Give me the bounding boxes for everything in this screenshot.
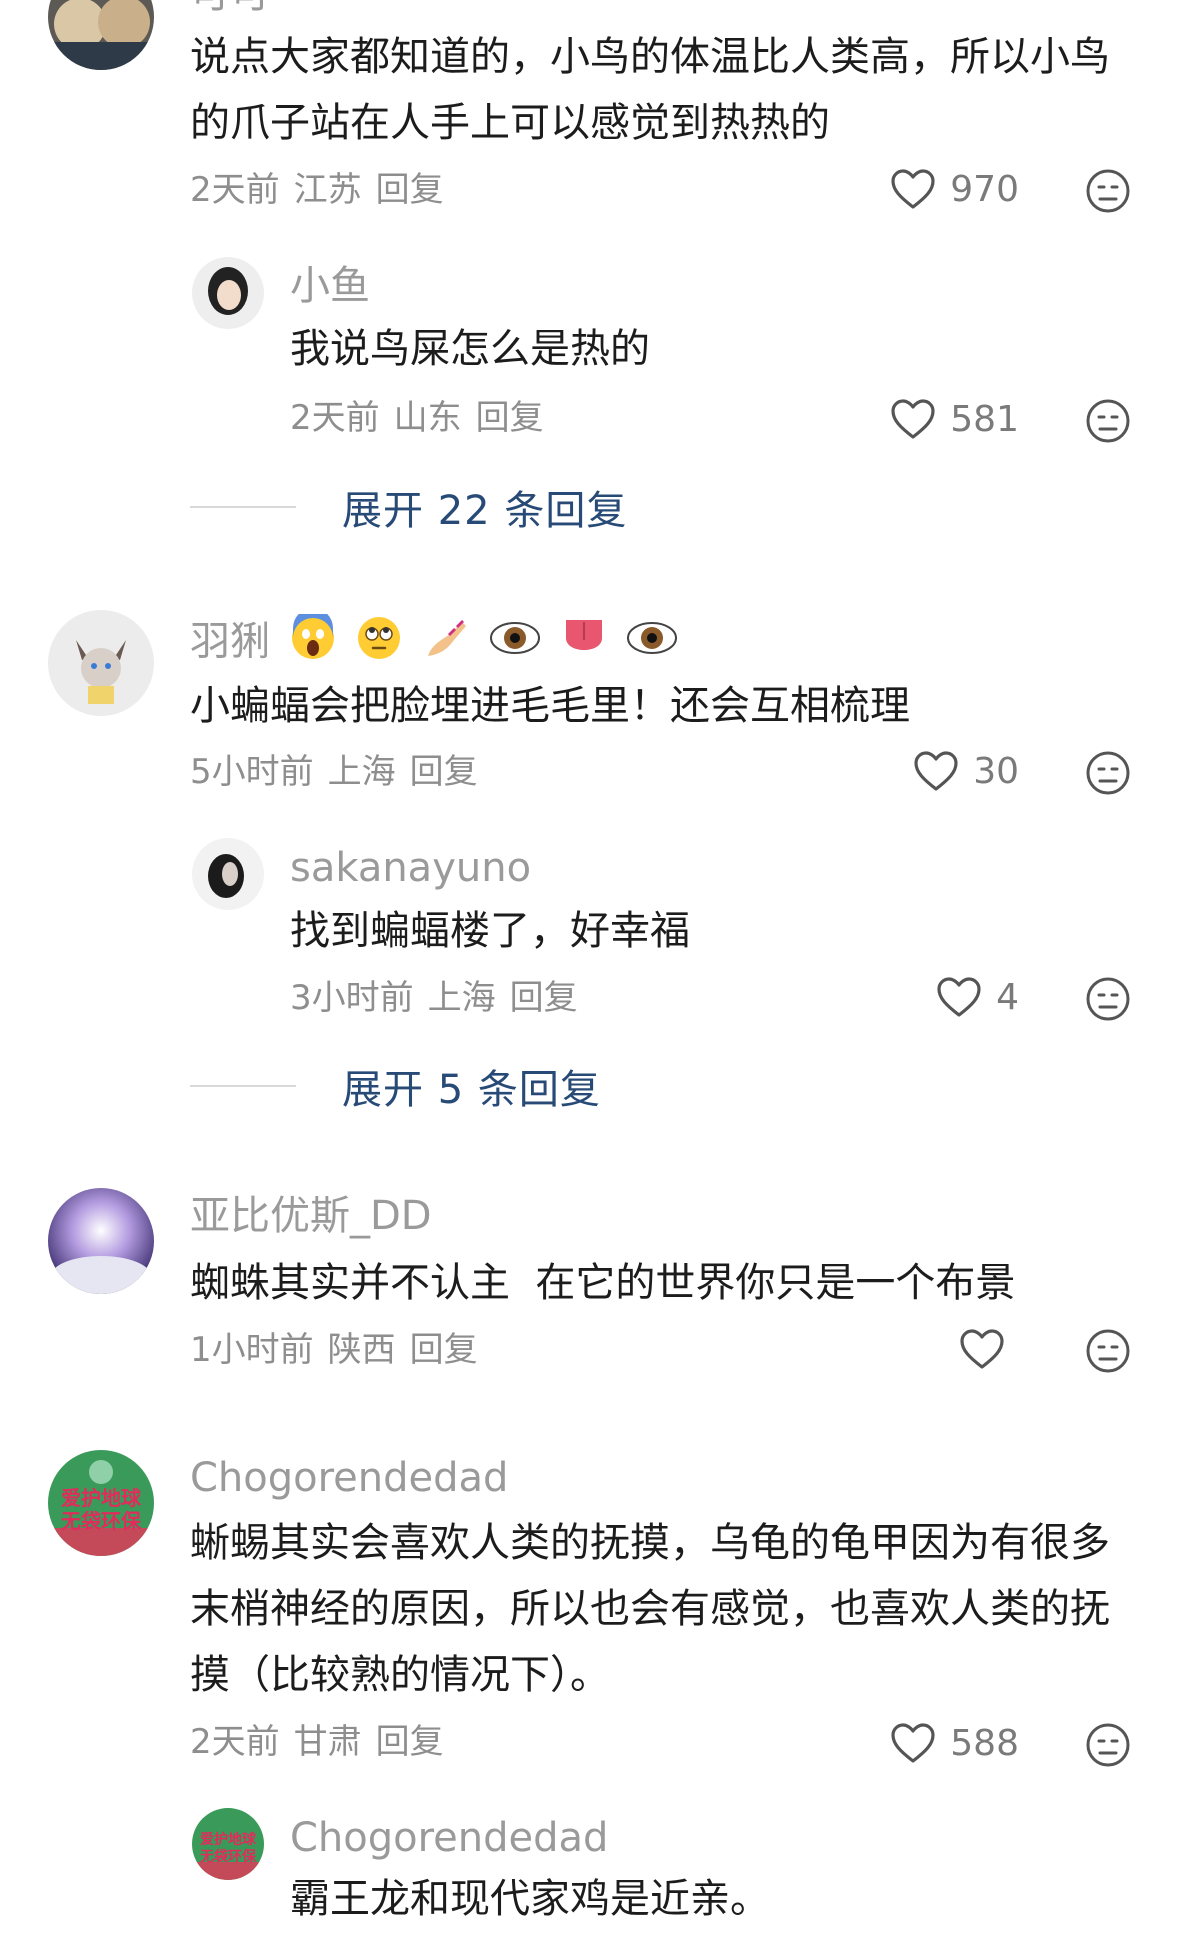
heart-outline-icon (891, 169, 935, 209)
username-text: 羽猁 (190, 618, 270, 665)
svg-text:爱护地球: 爱护地球 (200, 1831, 257, 1848)
reply-meta: 3小时前 上海 回复 (290, 978, 592, 1018)
comment-username[interactable]: Chogorendedad (190, 1454, 508, 1502)
avatar[interactable]: 爱护地球 无袋环保 (48, 1450, 154, 1556)
comment-location: 江苏 (293, 170, 362, 210)
expand-replies-button[interactable]: 展开 5 条回复 (190, 1057, 601, 1115)
like-button[interactable]: 4 (936, 976, 1019, 1018)
neutral-face-icon[interactable] (1085, 976, 1131, 1022)
nail-polish-icon (422, 614, 470, 673)
avatar[interactable] (192, 838, 264, 910)
divider (190, 1085, 296, 1087)
comment-text: 说点大家都知道的，小鸟的体温比人类高，所以小鸟的爪子站在人手上可以感觉到热热的 (190, 34, 1110, 146)
reply-username[interactable]: sakanayuno (290, 844, 531, 892)
like-count: 588 (950, 1722, 1019, 1764)
neutral-face-icon[interactable] (1085, 1328, 1131, 1374)
heart-outline-icon (960, 1329, 1004, 1369)
comment-location: 甘肃 (293, 1722, 362, 1762)
comment-username[interactable]: 亚比优斯_DD (190, 1192, 432, 1240)
comment-time: 5小时前 (190, 752, 314, 792)
like-button[interactable]: 30 (913, 750, 1019, 792)
reply-button[interactable]: 回复 (476, 398, 544, 438)
like-button[interactable]: 970 (890, 168, 1019, 210)
comment-username[interactable]: 羽猁 (190, 608, 678, 673)
svg-text:无袋环保: 无袋环保 (61, 1509, 142, 1533)
comment-location: 上海 (327, 752, 396, 792)
like-button[interactable] (959, 1328, 1019, 1370)
reply-button[interactable]: 回复 (410, 1330, 478, 1370)
reply-button[interactable]: 回复 (410, 752, 478, 792)
neutral-face-icon[interactable] (1085, 168, 1131, 214)
like-count: 30 (973, 750, 1019, 792)
reply-button[interactable]: 回复 (510, 978, 578, 1018)
like-count: 581 (950, 398, 1019, 440)
comment-time: 2天前 (190, 1722, 280, 1762)
reply-time: 2天前 (290, 398, 380, 438)
heart-outline-icon (914, 751, 958, 791)
heart-outline-icon (937, 977, 981, 1017)
like-count: 4 (996, 976, 1019, 1018)
comment-time: 1小时前 (190, 1330, 314, 1370)
reply-time: 3小时前 (290, 978, 414, 1018)
reply-username[interactable]: Chogorendedad (290, 1814, 608, 1862)
neutral-face-icon[interactable] (1085, 1722, 1131, 1768)
avatar[interactable] (48, 0, 154, 70)
heart-outline-icon (891, 399, 935, 439)
reply-meta: 2天前 山东 回复 (290, 398, 558, 438)
comment-meta: 5小时前 上海 回复 (190, 752, 492, 792)
expand-replies-label: 展开 5 条回复 (342, 1067, 601, 1113)
avatar[interactable] (48, 610, 154, 716)
reply-button[interactable]: 回复 (376, 170, 444, 210)
expand-replies-label: 展开 22 条回复 (342, 488, 628, 534)
avatar-text: 爱护地球 (61, 1486, 142, 1510)
reply-text: 找到蝙蝠楼了，好幸福 (290, 908, 690, 954)
expand-replies-button[interactable]: 展开 22 条回复 (190, 478, 627, 536)
reply-location: 上海 (427, 978, 496, 1018)
comment-location: 陕西 (327, 1330, 396, 1370)
comment-text: 蜥蜴其实会喜欢人类的抚摸，乌龟的龟甲因为有很多末梢神经的原因，所以也会有感觉，也… (190, 1520, 1110, 1698)
reply-username[interactable]: 小鱼 (290, 262, 370, 310)
neutral-face-icon[interactable] (1085, 398, 1131, 444)
avatar[interactable]: 爱护地球 无袋环保 (192, 1808, 264, 1880)
heart-outline-icon (891, 1723, 935, 1763)
comment-meta: 1小时前 陕西 回复 (190, 1330, 492, 1370)
eye-roll-face-icon (355, 614, 403, 673)
reply-button[interactable]: 回复 (376, 1722, 444, 1762)
comment-meta: 2天前 江苏 回复 (190, 170, 458, 210)
comment-time: 2天前 (190, 170, 280, 210)
reply-text: 霸王龙和现代家鸡是近亲。 (290, 1876, 770, 1922)
like-button[interactable]: 588 (890, 1722, 1019, 1764)
like-count: 970 (950, 168, 1019, 210)
avatar[interactable] (192, 257, 264, 329)
comment-text: 小蝙蝠会把脸埋进毛毛里！还会互相梳理 (190, 683, 910, 729)
reply-text: 我说鸟屎怎么是热的 (290, 326, 650, 372)
tongue-icon (560, 614, 608, 673)
svg-text:无袋环保: 无袋环保 (199, 1848, 257, 1865)
comment-meta: 2天前 甘肃 回复 (190, 1722, 458, 1762)
eye-icon (626, 614, 678, 673)
like-button[interactable]: 581 (890, 398, 1019, 440)
screaming-face-icon (289, 608, 337, 673)
eye-icon (489, 614, 541, 673)
avatar[interactable] (48, 1188, 154, 1294)
reply-location: 山东 (393, 398, 462, 438)
divider (190, 506, 296, 508)
comment-text: 蜘蛛其实并不认主 在它的世界你只是一个布景 (190, 1260, 1016, 1306)
neutral-face-icon[interactable] (1085, 750, 1131, 796)
comment-username[interactable]: 可可 (190, 0, 270, 18)
